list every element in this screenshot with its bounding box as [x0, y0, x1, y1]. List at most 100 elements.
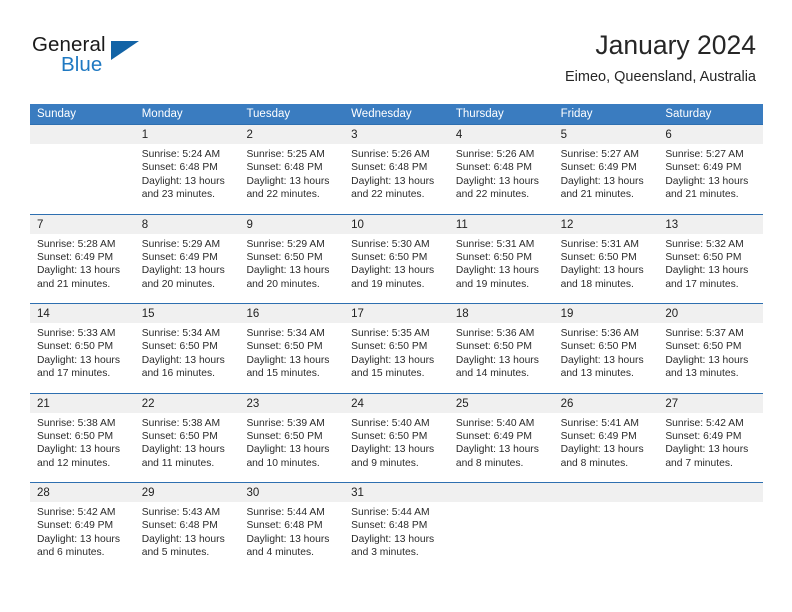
sunset-text: Sunset: 6:50 PM — [455, 341, 533, 353]
week-row: 1 Sunrise: 5:24 AM Sunset: 6:48 PM Daylight… — [30, 124, 764, 214]
daylight-text-line2: and 23 minutes. — [141, 189, 215, 201]
day-number: 12 — [560, 218, 574, 231]
daylight-text-line2: and 14 minutes. — [455, 368, 530, 380]
daylight-text-line2: and 16 minutes. — [141, 368, 215, 380]
daylight-text-line2: and 9 minutes. — [351, 457, 419, 469]
sunset-text: Sunset: 6:48 PM — [141, 162, 218, 174]
day-number: 8 — [141, 218, 149, 231]
day-cell[interactable]: 5 Sunrise: 5:27 AM Sunset: 6:49 PM Daylight… — [553, 125, 659, 214]
day-number-band: 19 — [553, 304, 659, 323]
daylight-text-line2: and 22 minutes. — [246, 189, 320, 201]
day-cell[interactable]: 6 Sunrise: 5:27 AM Sunset: 6:49 PM Daylight… — [658, 125, 764, 214]
day-cell[interactable]: 12 Sunrise: 5:31 AM Sunset: 6:50 PM Dayligh… — [553, 214, 659, 303]
sunset-text: Sunset: 6:50 PM — [665, 251, 742, 263]
day-cell[interactable]: 26 Sunrise: 5:41 AM Sunset: 6:49 PM Dayligh… — [553, 393, 659, 482]
daylight-text-line1: Daylight: 13 hours — [665, 354, 749, 366]
day-cell[interactable]: 18 Sunrise: 5:36 AM Sunset: 6:50 PM Dayligh… — [448, 304, 554, 393]
day-cell[interactable]: 8 Sunrise: 5:29 AM Sunset: 6:49 PM Daylight… — [134, 214, 240, 303]
day-number-band: 7 — [30, 214, 135, 234]
day-cell[interactable]: 30 Sunrise: 5:44 AM Sunset: 6:48 PM Dayligh… — [239, 483, 345, 572]
sunrise-text: Sunrise: 5:38 AM — [141, 417, 221, 429]
daylight-text-line1: Daylight: 13 hours — [455, 265, 539, 277]
sunset-text: Sunset: 6:50 PM — [560, 251, 637, 263]
daylight-text-line2: and 8 minutes. — [560, 457, 629, 469]
day-number: 21 — [37, 397, 50, 410]
sunrise-text: Sunrise: 5:40 AM — [351, 417, 430, 429]
logo-text-blue: Blue — [61, 53, 103, 76]
day-cell[interactable]: 31 Sunrise: 5:44 AM Sunset: 6:48 PM Dayligh… — [344, 483, 449, 572]
day-number-band: 18 — [448, 304, 554, 323]
day-cell[interactable]: 1 Sunrise: 5:24 AM Sunset: 6:48 PM Daylight… — [134, 125, 240, 214]
sunrise-text: Sunrise: 5:24 AM — [141, 149, 221, 160]
day-number: 20 — [665, 308, 679, 320]
sunset-text: Sunset: 6:50 PM — [37, 430, 114, 442]
sunrise-text: Sunrise: 5:44 AM — [351, 507, 430, 518]
weekday-header-friday: Friday — [560, 108, 593, 120]
sunset-text: Sunset: 6:50 PM — [351, 430, 428, 442]
day-number-band: 14 — [30, 304, 135, 323]
day-number: 29 — [141, 487, 155, 499]
day-cell[interactable]: 14 Sunrise: 5:33 AM Sunset: 6:50 PM Dayligh… — [30, 304, 135, 393]
day-cell[interactable]: 4 Sunrise: 5:26 AM Sunset: 6:48 PM Daylight… — [448, 125, 554, 214]
day-cell[interactable]: 21 Sunrise: 5:38 AM Sunset: 6:50 PM Dayligh… — [30, 393, 135, 482]
sunrise-text: Sunrise: 5:26 AM — [455, 149, 535, 160]
day-number-band: 27 — [658, 393, 764, 413]
day-cell[interactable]: 2 Sunrise: 5:25 AM Sunset: 6:48 PM Daylight… — [239, 125, 345, 214]
weekday-header-thursday: Thursday — [455, 108, 504, 120]
general-blue-logo[interactable]: General Blue — [32, 33, 212, 83]
day-cell[interactable]: 10 Sunrise: 5:30 AM Sunset: 6:50 PM Dayligh… — [344, 214, 449, 303]
daylight-text-line1: Daylight: 13 hours — [246, 354, 330, 366]
triangle-flag-icon — [111, 41, 139, 60]
sunset-text: Sunset: 6:49 PM — [665, 162, 742, 174]
daylight-text-line2: and 22 minutes. — [455, 189, 530, 201]
day-details: Sunrise: 5:39 AM Sunset: 6:50 PM Daylight:… — [239, 413, 344, 471]
day-cell[interactable]: 28 Sunrise: 5:42 AM Sunset: 6:49 PM Dayligh… — [30, 483, 135, 572]
sunset-text: Sunset: 6:48 PM — [246, 520, 323, 532]
day-number-band: 9 — [239, 214, 345, 234]
day-cell[interactable]: 24 Sunrise: 5:40 AM Sunset: 6:50 PM Dayligh… — [344, 393, 449, 482]
day-cell-empty — [553, 483, 659, 572]
day-cell[interactable]: 3 Sunrise: 5:26 AM Sunset: 6:48 PM Daylight… — [344, 125, 449, 214]
day-number-band: 5 — [553, 125, 659, 144]
day-cell[interactable]: 19 Sunrise: 5:36 AM Sunset: 6:50 PM Dayligh… — [553, 304, 659, 393]
day-cell[interactable]: 29 Sunrise: 5:43 AM Sunset: 6:48 PM Dayligh… — [134, 483, 240, 572]
calendar-page: General Blue January 2024 Eimeo, Queensl… — [0, 0, 792, 612]
day-details: Sunrise: 5:37 AM Sunset: 6:50 PM Daylight:… — [658, 323, 763, 381]
day-cell[interactable]: 25 Sunrise: 5:40 AM Sunset: 6:49 PM Dayligh… — [448, 393, 554, 482]
day-number-band: 3 — [344, 125, 449, 144]
weekday-header-monday: Monday — [141, 108, 183, 120]
day-number: 23 — [246, 397, 260, 410]
day-cell-empty — [30, 125, 135, 214]
day-number-band: 30 — [239, 483, 345, 502]
day-number: 16 — [246, 308, 260, 320]
day-cell[interactable]: 7 Sunrise: 5:28 AM Sunset: 6:49 PM Daylight… — [30, 214, 135, 303]
day-number: 30 — [246, 487, 260, 499]
day-cell[interactable]: 11 Sunrise: 5:31 AM Sunset: 6:50 PM Dayligh… — [448, 214, 554, 303]
day-cell[interactable]: 20 Sunrise: 5:37 AM Sunset: 6:50 PM Dayligh… — [658, 304, 764, 393]
day-cell[interactable]: 13 Sunrise: 5:32 AM Sunset: 6:50 PM Dayligh… — [658, 214, 764, 303]
daylight-text-line1: Daylight: 13 hours — [141, 175, 225, 187]
day-number-band: 24 — [344, 393, 449, 413]
sunrise-text: Sunrise: 5:35 AM — [351, 328, 430, 339]
daylight-text-line2: and 10 minutes. — [246, 457, 320, 469]
daylight-text-line2: and 15 minutes. — [246, 368, 320, 380]
sunset-text: Sunset: 6:49 PM — [560, 162, 637, 174]
daylight-text-line1: Daylight: 13 hours — [560, 265, 644, 277]
day-cell[interactable]: 9 Sunrise: 5:29 AM Sunset: 6:50 PM Daylight… — [239, 214, 345, 303]
day-cell[interactable]: 17 Sunrise: 5:35 AM Sunset: 6:50 PM Dayligh… — [344, 304, 449, 393]
daylight-text-line1: Daylight: 13 hours — [37, 354, 120, 366]
day-cell[interactable]: 22 Sunrise: 5:38 AM Sunset: 6:50 PM Dayligh… — [134, 393, 240, 482]
sunset-text: Sunset: 6:48 PM — [351, 520, 428, 532]
day-number: 11 — [455, 218, 468, 231]
day-number-band: 6 — [658, 125, 764, 144]
daylight-text-line2: and 3 minutes. — [351, 547, 419, 559]
day-cell[interactable]: 15 Sunrise: 5:34 AM Sunset: 6:50 PM Dayligh… — [134, 304, 240, 393]
daylight-text-line2: and 13 minutes. — [560, 368, 634, 380]
sunset-text: Sunset: 6:49 PM — [455, 430, 533, 442]
day-number: 9 — [246, 218, 253, 231]
day-cell[interactable]: 16 Sunrise: 5:34 AM Sunset: 6:50 PM Dayligh… — [239, 304, 345, 393]
day-cell[interactable]: 23 Sunrise: 5:39 AM Sunset: 6:50 PM Dayligh… — [239, 393, 345, 482]
day-number-band: 13 — [658, 214, 764, 234]
day-cell[interactable]: 27 Sunrise: 5:42 AM Sunset: 6:49 PM Dayligh… — [658, 393, 764, 482]
day-number: 2 — [246, 129, 253, 141]
